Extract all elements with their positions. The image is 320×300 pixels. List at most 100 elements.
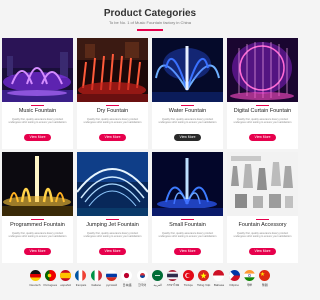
language-label[interactable]: Tiếng Việt (197, 283, 210, 287)
view-more-button[interactable]: View More (99, 134, 126, 141)
turkey-flag-icon[interactable] (182, 270, 194, 281)
language-option-filipino[interactable]: Filipino (227, 266, 241, 292)
music-fountain-photo[interactable] (2, 38, 73, 102)
fountain-accessory-photo[interactable] (227, 152, 298, 216)
language-label[interactable]: Türkçe (184, 283, 193, 287)
philippines-flag-icon[interactable] (228, 270, 240, 281)
germany-flag-icon[interactable] (29, 270, 41, 281)
language-option-portuguese[interactable]: Portugues (43, 266, 57, 292)
language-option-italian[interactable]: Italiano (89, 266, 103, 292)
language-option-french[interactable]: français (74, 266, 88, 292)
dry-fountain-photo[interactable] (77, 38, 148, 102)
digital-curtain-fountain-photo[interactable] (227, 38, 298, 102)
product-card-music-fountain[interactable]: Music Fountain Quality first, quality as… (2, 38, 73, 149)
view-more-button[interactable]: View More (174, 134, 201, 141)
view-more-button[interactable]: View More (24, 134, 51, 141)
language-option-vietnamese[interactable]: Tiếng Việt (197, 266, 211, 292)
language-label[interactable]: 日本語 (122, 283, 131, 287)
product-description: Quality first, quality assurance Every p… (233, 118, 292, 125)
product-description: Quality first, quality assurance Every p… (8, 232, 67, 239)
language-label[interactable]: العربية (154, 283, 162, 287)
jumping-jet-fountain-photo[interactable] (77, 152, 148, 216)
language-label[interactable]: español (60, 283, 71, 287)
product-description: Quality first, quality assurance Every p… (83, 118, 142, 125)
product-name[interactable]: Dry Fountain (77, 108, 148, 114)
product-card-fountain-accessory[interactable]: Fountain Accessory Quality first, qualit… (227, 152, 298, 263)
card-accent-line (31, 105, 44, 106)
language-label[interactable]: हिंदी (247, 283, 252, 287)
view-more-button[interactable]: View More (249, 134, 276, 141)
card-accent-line (31, 219, 44, 220)
language-bar: Deutsch Portugues español français Itali… (28, 266, 272, 292)
small-fountain-photo[interactable] (152, 152, 223, 216)
product-name[interactable]: Music Fountain (2, 108, 73, 114)
product-card-water-fountain[interactable]: Water Fountain Quality first, quality as… (152, 38, 223, 149)
product-card-dry-fountain[interactable]: Dry Fountain Quality first, quality assu… (77, 38, 148, 149)
language-label[interactable]: Deutsch (29, 283, 40, 287)
japan-flag-icon[interactable] (121, 270, 133, 281)
language-label[interactable]: Portugues (43, 283, 57, 287)
programmed-fountain-photo[interactable] (2, 152, 73, 216)
product-description: Quality first, quality assurance Every p… (158, 118, 217, 125)
language-option-indonesian[interactable]: Bahasa (212, 266, 226, 292)
language-label[interactable]: Filipino (230, 283, 240, 287)
language-label[interactable]: Bahasa (214, 283, 224, 287)
view-more-button[interactable]: View More (174, 248, 201, 255)
product-name[interactable]: Programmed Fountain (2, 222, 73, 228)
china-flag-icon[interactable] (259, 270, 271, 281)
vietnam-flag-icon[interactable] (198, 270, 210, 281)
page-subtitle: To be No. 1 of Music Fountain factory in… (108, 20, 192, 25)
title-underline (137, 29, 163, 31)
product-card-small-fountain[interactable]: Small Fountain Quality first, quality as… (152, 152, 223, 263)
language-option-turkish[interactable]: Türkçe (181, 266, 195, 292)
language-label[interactable]: 繁體 (262, 283, 268, 287)
korea-flag-icon[interactable] (136, 270, 148, 281)
view-more-button[interactable]: View More (24, 248, 51, 255)
indonesia-flag-icon[interactable] (213, 270, 225, 281)
language-option-arabic[interactable]: العربية (151, 266, 165, 292)
card-accent-line (256, 105, 269, 106)
russia-flag-icon[interactable] (106, 270, 118, 281)
product-name[interactable]: Water Fountain (152, 108, 223, 114)
product-name[interactable]: Jumping Jet Fountain (77, 222, 148, 228)
card-accent-line (181, 219, 194, 220)
card-accent-line (106, 105, 119, 106)
product-card-jumping-jet-fountain[interactable]: Jumping Jet Fountain Quality first, qual… (77, 152, 148, 263)
product-description: Quality first, quality assurance Every p… (158, 232, 217, 239)
language-option-traditional-chinese[interactable]: 繁體 (258, 266, 272, 292)
saudi-arabia-flag-icon[interactable] (152, 270, 164, 281)
language-option-russian[interactable]: русский (105, 266, 119, 292)
view-more-button[interactable]: View More (249, 248, 276, 255)
language-label[interactable]: русский (106, 283, 117, 287)
language-option-hindi[interactable]: हिंदी (243, 266, 257, 292)
thailand-flag-icon[interactable] (167, 270, 179, 281)
india-flag-icon[interactable] (244, 270, 256, 281)
language-option-korean[interactable]: 한국어 (135, 266, 149, 292)
italy-flag-icon[interactable] (90, 270, 102, 281)
product-description: Quality first, quality assurance Every p… (83, 232, 142, 239)
product-card-programmed-fountain[interactable]: Programmed Fountain Quality first, quali… (2, 152, 73, 263)
language-label[interactable]: ภาษาไทย (167, 283, 180, 288)
language-option-japanese[interactable]: 日本語 (120, 266, 134, 292)
product-name[interactable]: Digital Curtain Fountain (227, 108, 298, 114)
card-accent-line (106, 219, 119, 220)
product-grid: Music Fountain Quality first, quality as… (2, 38, 298, 264)
language-option-german[interactable]: Deutsch (28, 266, 42, 292)
view-more-button[interactable]: View More (99, 248, 126, 255)
water-fountain-photo[interactable] (152, 38, 223, 102)
france-flag-icon[interactable] (75, 270, 87, 281)
language-label[interactable]: Italiano (91, 283, 101, 287)
language-option-spanish[interactable]: español (59, 266, 73, 292)
page-title: Product Categories (103, 8, 197, 19)
product-card-digital-curtain-fountain[interactable]: Digital Curtain Fountain Quality first, … (227, 38, 298, 149)
product-description: Quality first, quality assurance Every p… (8, 118, 67, 125)
product-name[interactable]: Small Fountain (152, 222, 223, 228)
language-option-thai[interactable]: ภาษาไทย (166, 266, 180, 292)
language-label[interactable]: français (76, 283, 87, 287)
card-accent-line (181, 105, 194, 106)
product-description: Quality first, quality assurance Every p… (233, 232, 292, 239)
product-name[interactable]: Fountain Accessory (227, 222, 298, 228)
spain-flag-icon[interactable] (60, 270, 72, 281)
language-label[interactable]: 한국어 (138, 283, 146, 287)
portugal-flag-icon[interactable] (44, 270, 56, 281)
